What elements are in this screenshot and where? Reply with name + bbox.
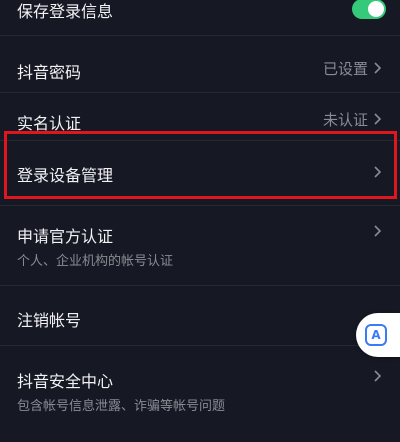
row-official[interactable]: 申请官方认证 个人、企业机构的帐号认证: [0, 206, 400, 286]
row-realname[interactable]: 实名认证 未认证: [0, 93, 400, 141]
devices-label: 登录设备管理: [17, 166, 114, 185]
realname-label: 实名认证: [17, 114, 82, 133]
translate-icon: A: [365, 324, 387, 346]
security-center-sub: 包含帐号信息泄露、诈骗等帐号问题: [17, 399, 226, 414]
row-devices[interactable]: 登录设备管理: [0, 141, 400, 206]
row-save-login: 保存登录信息: [0, 0, 400, 36]
realname-status: 未认证: [322, 111, 368, 129]
chevron-right-icon: [370, 61, 384, 75]
official-label: 申请官方认证: [17, 227, 114, 246]
row-security-center[interactable]: 抖音安全中心 包含帐号信息泄露、诈骗等帐号问题: [0, 346, 400, 442]
password-status: 已设置: [322, 60, 368, 78]
row-cancel-account[interactable]: 注销帐号: [0, 286, 400, 346]
official-sub: 个人、企业机构的帐号认证: [17, 254, 174, 269]
toggle-knob: [368, 1, 384, 17]
row-password[interactable]: 抖音密码 已设置: [0, 36, 400, 93]
password-label: 抖音密码: [17, 63, 82, 82]
save-login-toggle[interactable]: [352, 0, 386, 19]
chevron-right-icon: [370, 112, 384, 126]
security-center-label: 抖音安全中心: [17, 372, 114, 391]
floating-translate-button[interactable]: A: [356, 313, 400, 357]
chevron-right-icon: [370, 369, 384, 383]
cancel-account-label: 注销帐号: [17, 311, 82, 330]
save-login-label: 保存登录信息: [17, 2, 114, 21]
chevron-right-icon: [370, 224, 384, 238]
chevron-right-icon: [370, 165, 384, 179]
